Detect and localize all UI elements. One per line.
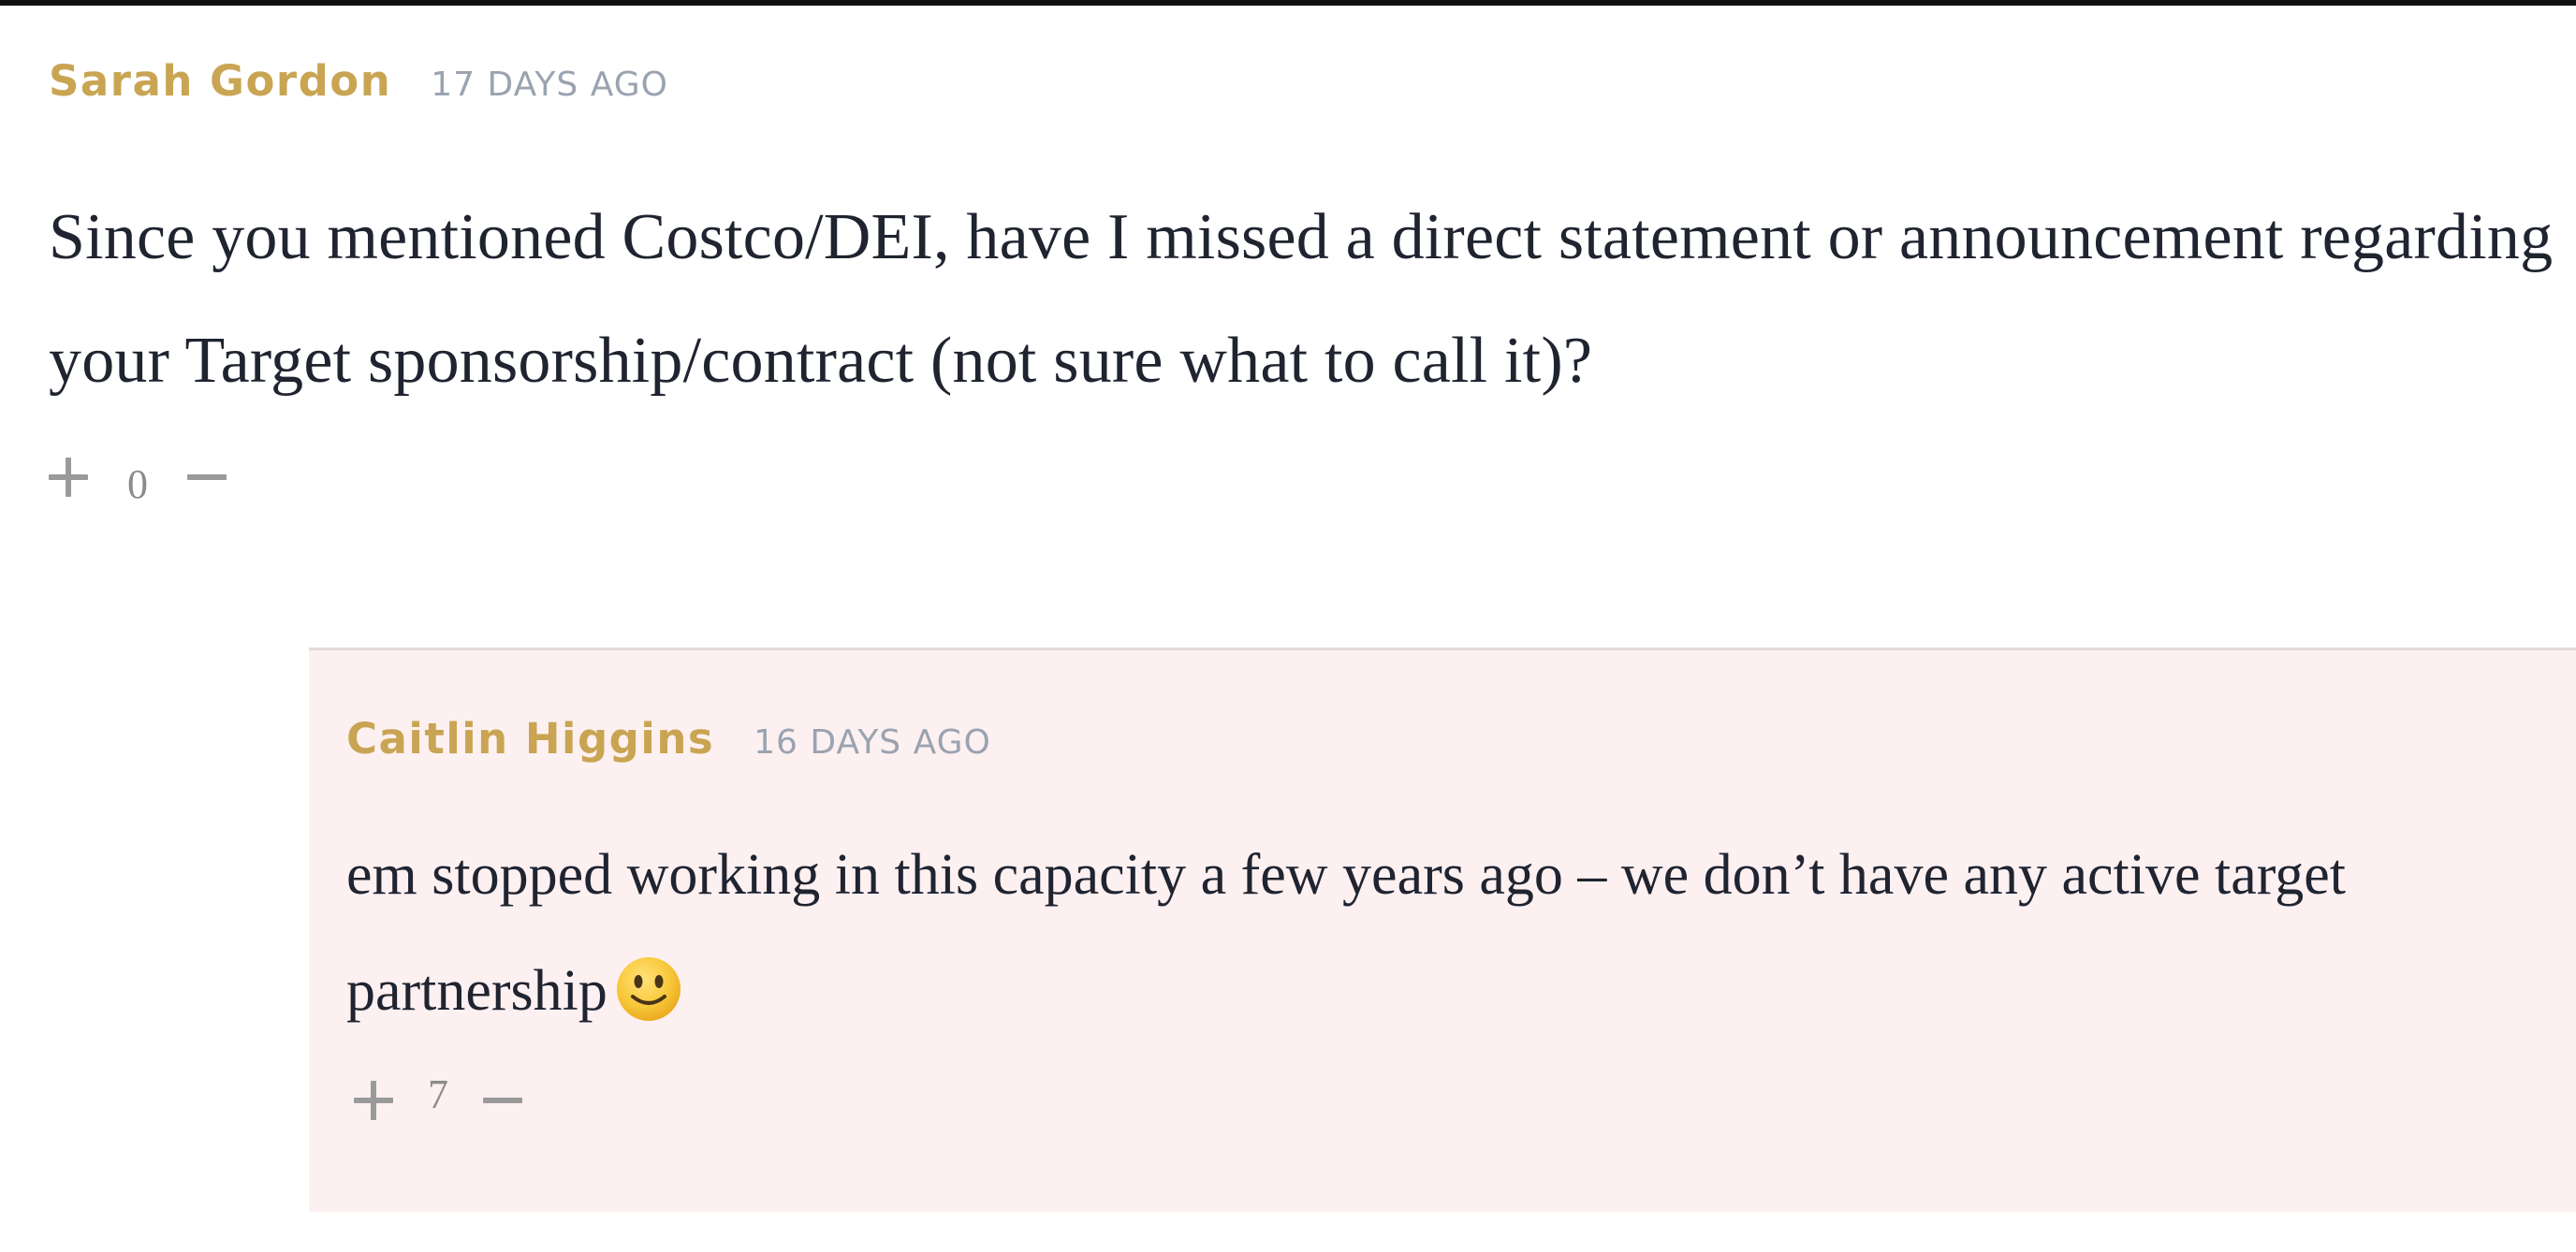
comment-body: Since you mentioned Costco/DEI, have I m… bbox=[49, 201, 2554, 397]
reply-vote-controls: 7 bbox=[354, 1071, 522, 1120]
reply-body: em stopped working in this capacity a fe… bbox=[346, 817, 2574, 1049]
top-border bbox=[0, 0, 2576, 6]
reply-comment: Caitlin Higgins 16 DAYS AGO em stopped w… bbox=[309, 648, 2576, 1212]
reply-header: Caitlin Higgins 16 DAYS AGO bbox=[346, 714, 991, 764]
slightly-smiling-face-icon bbox=[615, 955, 682, 1023]
reply-author[interactable]: Caitlin Higgins bbox=[346, 714, 714, 764]
reply-upvote-plus-icon[interactable] bbox=[354, 1081, 393, 1120]
comment-author[interactable]: Sarah Gordon bbox=[49, 56, 391, 106]
plus-icon-vertical bbox=[66, 457, 71, 497]
comment-header: Sarah Gordon 17 DAYS AGO bbox=[49, 56, 668, 106]
minus-icon-bar bbox=[483, 1098, 522, 1103]
reply-downvote-minus-icon[interactable] bbox=[483, 1081, 522, 1120]
vote-controls: 0 bbox=[49, 445, 227, 508]
vote-score: 0 bbox=[127, 461, 148, 507]
minus-icon-bar bbox=[187, 473, 227, 480]
downvote-minus-icon[interactable] bbox=[187, 458, 227, 497]
comment-timestamp: 17 DAYS AGO bbox=[431, 66, 668, 104]
plus-icon-vertical bbox=[371, 1081, 376, 1120]
upvote-plus-icon[interactable] bbox=[49, 457, 88, 497]
reply-vote-score: 7 bbox=[428, 1070, 448, 1117]
reply-timestamp: 16 DAYS AGO bbox=[754, 723, 991, 762]
